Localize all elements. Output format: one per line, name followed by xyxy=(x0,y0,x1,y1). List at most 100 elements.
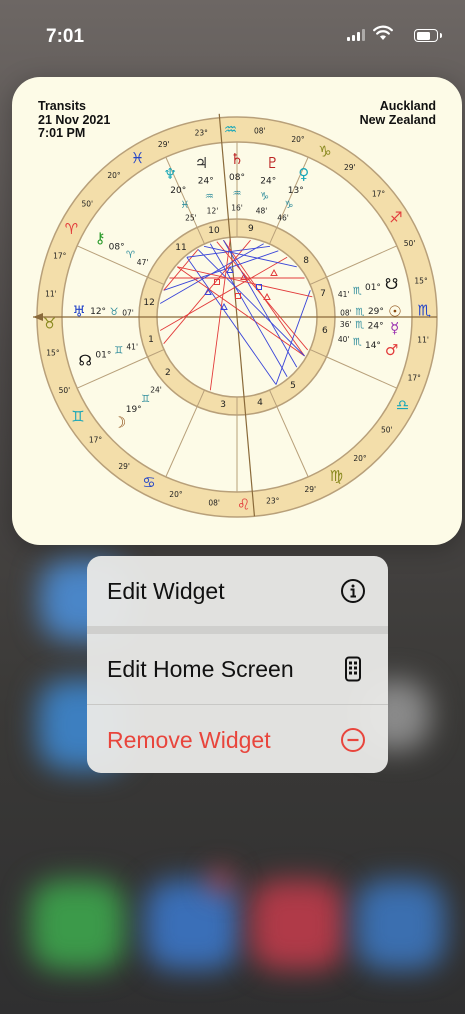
edit-widget-menu-item[interactable]: Edit Widget xyxy=(87,556,388,626)
zodiac-sign-glyph: ♎ xyxy=(396,396,409,414)
planet-degree: 19° xyxy=(126,405,142,415)
edit-home-screen-menu-item[interactable]: Edit Home Screen xyxy=(87,634,388,704)
sign-cusp-minute: 50' xyxy=(81,200,93,209)
house-number: 7 xyxy=(320,289,326,299)
sign-cusp-degree: 20° xyxy=(291,135,305,144)
zodiac-sign-glyph: ♐ xyxy=(389,209,402,227)
planet-glyph: ♂ xyxy=(385,341,398,359)
planet-glyph: ☿ xyxy=(390,319,399,337)
planet-sign: ♓ xyxy=(181,200,190,211)
house-number: 9 xyxy=(248,224,254,234)
signal-icon xyxy=(347,29,365,41)
planet-minute: 12' xyxy=(207,206,219,215)
planet-degree: 01° xyxy=(365,283,381,293)
remove-widget-label: Remove Widget xyxy=(107,727,271,753)
planet-glyph: ♀ xyxy=(298,165,309,183)
sign-cusp-degree: 17° xyxy=(408,374,422,383)
house-number: 8 xyxy=(303,256,309,266)
planet-minute: 41' xyxy=(126,343,138,352)
planet-glyph: ♄ xyxy=(230,150,243,168)
sign-cusp-minute: 11' xyxy=(45,290,57,299)
edit-widget-label: Edit Widget xyxy=(107,578,225,604)
battery-icon xyxy=(414,29,442,42)
zodiac-sign-glyph: ♒ xyxy=(224,121,237,139)
planet-sign: ♑ xyxy=(260,192,269,203)
planet-sign: ♈ xyxy=(126,250,135,261)
planet-sign: ♏ xyxy=(355,307,364,318)
zodiac-sign-glyph: ♋ xyxy=(142,474,155,492)
sign-cusp-minute: 08' xyxy=(254,126,266,135)
planet-minute: 24' xyxy=(150,385,162,394)
planet-minute: 36' xyxy=(340,320,352,329)
planet-degree: 24° xyxy=(198,177,214,187)
zodiac-sign-glyph: ♊ xyxy=(71,407,84,425)
transit-chart-wheel: 123 456789101112♒23° 08'♑20°29'♐17°50'♏15°… xyxy=(33,113,438,518)
planet-glyph: ⚷ xyxy=(95,229,106,247)
sign-cusp-degree: 15° xyxy=(414,277,428,286)
sign-cusp-degree: 20° xyxy=(107,171,121,180)
planet-sign: ♒ xyxy=(233,189,242,200)
minus-circle-icon xyxy=(341,728,365,752)
planet-degree: 24° xyxy=(368,322,384,332)
planet-minute: 47' xyxy=(137,258,149,267)
planet-sign: ♑ xyxy=(284,200,293,211)
sign-cusp-minute: 29' xyxy=(304,485,316,494)
planet-minute: 25' xyxy=(185,214,197,223)
wifi-icon xyxy=(373,25,393,40)
sign-cusp-minute: 50' xyxy=(404,239,416,248)
planet-glyph: ☽ xyxy=(113,414,126,432)
planet-minute: 16' xyxy=(231,204,243,213)
house-number: 11 xyxy=(175,243,186,253)
sign-cusp-minute: 11' xyxy=(417,335,429,344)
zodiac-sign-glyph: ♓ xyxy=(131,149,144,167)
planet-glyph: ☋ xyxy=(385,275,398,293)
info-icon xyxy=(341,579,365,603)
planet-degree: 12° xyxy=(90,307,106,317)
planet-sign: ♏ xyxy=(355,320,364,331)
house-number: 10 xyxy=(208,226,220,236)
zodiac-sign-glyph: ♏ xyxy=(418,301,432,319)
sign-cusp-degree: 20° xyxy=(169,490,183,499)
planet-degree: 08° xyxy=(229,173,245,183)
astrology-widget[interactable]: Transits 21 Nov 2021 7:01 PM Auckland Ne… xyxy=(12,77,462,545)
house-number: 5 xyxy=(290,381,296,391)
planet-sign: ♉ xyxy=(110,307,119,318)
sign-cusp-degree: 17° xyxy=(89,436,103,445)
menu-group-separator xyxy=(87,626,388,634)
sign-cusp-minute: 29' xyxy=(158,140,170,149)
sign-cusp-degree: 23° xyxy=(266,497,280,506)
planet-glyph: ♇ xyxy=(266,154,279,172)
zodiac-sign-glyph: ♉ xyxy=(43,315,56,333)
zodiac-sign-glyph: ♑ xyxy=(318,142,331,160)
context-menu: Edit Widget Edit Home Screen Remove Widg… xyxy=(87,556,388,773)
planet-degree: 29° xyxy=(368,307,384,317)
status-bar: 7:01 xyxy=(0,0,465,60)
sign-cusp-minute: 50' xyxy=(59,386,71,395)
status-time: 7:01 xyxy=(46,26,85,47)
sign-cusp-degree: 17° xyxy=(372,189,386,198)
planet-minute: 07' xyxy=(122,309,134,318)
house-number: 2 xyxy=(165,368,171,378)
planet-degree: 14° xyxy=(365,341,381,351)
planet-degree: 20° xyxy=(170,186,186,196)
house-number: 12 xyxy=(143,298,154,308)
sign-cusp-minute: 50' xyxy=(381,425,393,434)
zodiac-sign-glyph: ♍ xyxy=(330,467,343,485)
planet-minute: 48' xyxy=(256,206,268,215)
zodiac-sign-glyph: ♈ xyxy=(65,220,78,238)
house-number: 3 xyxy=(220,400,226,410)
remove-widget-menu-item[interactable]: Remove Widget xyxy=(87,705,388,773)
planet-sign: ♊ xyxy=(114,345,123,356)
planet-sign: ♒ xyxy=(205,192,214,203)
planet-glyph: ♃ xyxy=(195,154,208,172)
planet-minute: 40' xyxy=(338,335,350,344)
planet-minute: 41' xyxy=(338,290,350,299)
phone-apps-icon xyxy=(345,656,361,682)
planet-glyph: ♆ xyxy=(163,165,176,183)
edit-home-screen-label: Edit Home Screen xyxy=(107,656,294,682)
sign-cusp-degree: 20° xyxy=(353,454,367,463)
house-number: 4 xyxy=(257,398,263,408)
planet-glyph: ♅ xyxy=(72,302,85,320)
planet-minute: 08' xyxy=(340,309,352,318)
sign-cusp-degree: 15° xyxy=(46,348,60,357)
